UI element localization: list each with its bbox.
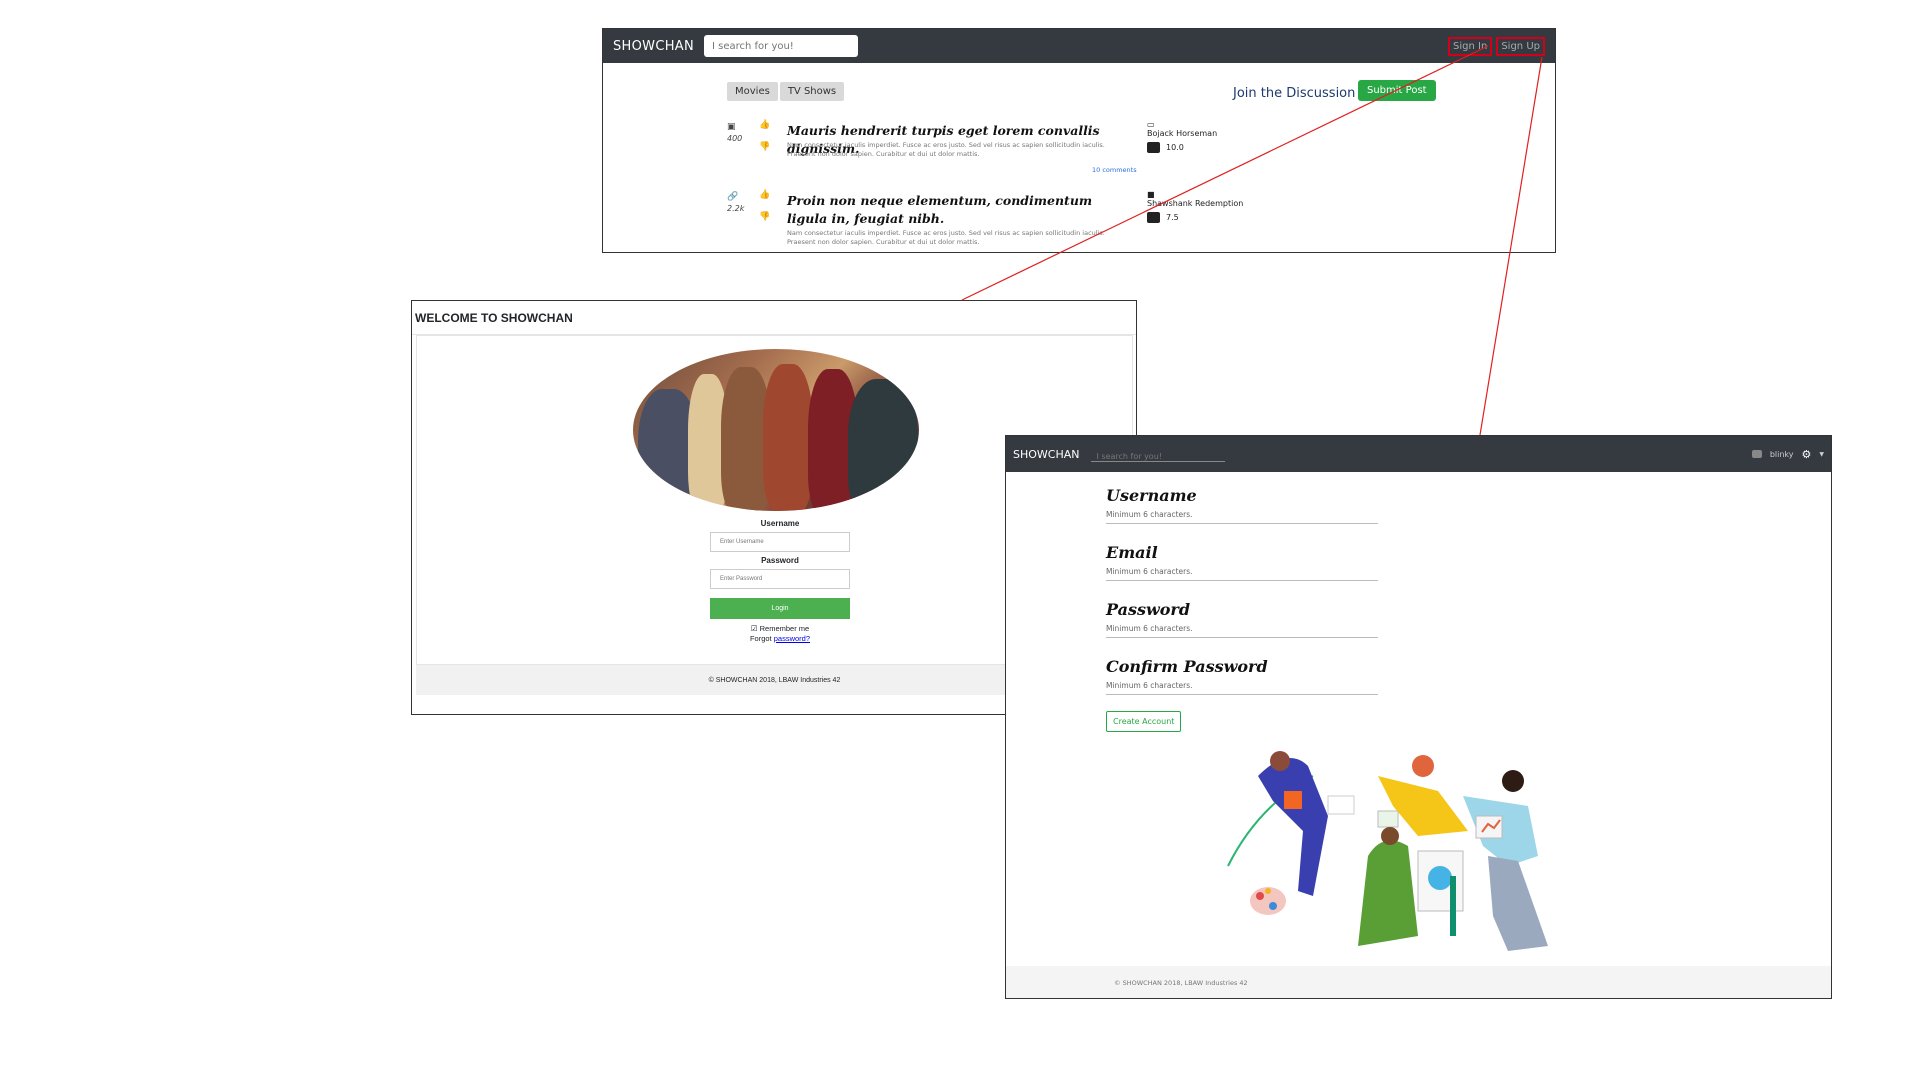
brand-logo[interactable]: SHOWCHAN: [1013, 448, 1080, 461]
team-illustration: [1227, 751, 1548, 951]
submit-post-button[interactable]: Submit Post: [1358, 80, 1436, 101]
field-title: Username: [1106, 486, 1197, 505]
field-title: Confirm Password: [1106, 657, 1268, 676]
field-hint[interactable]: Minimum 6 characters.: [1106, 624, 1378, 638]
signin-link[interactable]: Sign In: [1448, 36, 1493, 56]
checkbox-icon[interactable]: ☑: [751, 624, 758, 633]
user-menu[interactable]: blinky ⚙ ▼: [1751, 448, 1824, 461]
show-rating: 7.5: [1166, 213, 1179, 222]
signup-link[interactable]: Sign Up: [1496, 36, 1545, 56]
remember-me[interactable]: ☑ Remember me: [710, 624, 850, 633]
image-icon: ▣: [727, 122, 736, 132]
create-account-button[interactable]: Create Account: [1106, 711, 1182, 732]
imdb-icon: [1147, 212, 1160, 223]
main-navbar: SHOWCHAN Sign In Sign Up: [603, 29, 1555, 63]
field-hint[interactable]: Minimum 6 characters.: [1106, 510, 1378, 524]
signup-footer: © SHOWCHAN 2018, LBAW Industries 42: [1006, 966, 1831, 998]
thumbs-down-icon[interactable]: 👎: [759, 142, 770, 152]
search-input[interactable]: I search for you!: [1090, 446, 1225, 462]
friends-cast-photo: [633, 349, 919, 511]
chat-icon[interactable]: [1751, 450, 1762, 458]
confirm-password-group[interactable]: Confirm Password Minimum 6 characters.: [1106, 657, 1378, 695]
chevron-down-icon[interactable]: ▼: [1819, 451, 1824, 458]
username-group[interactable]: Username Minimum 6 characters.: [1106, 486, 1378, 524]
show-rating: 10.0: [1166, 143, 1184, 152]
forgot-password: Forgot password?: [710, 634, 850, 643]
search-input[interactable]: [703, 35, 858, 57]
post-body: Nam consectetur iaculis imperdiet. Fusce…: [787, 141, 1105, 158]
remember-label: Remember me: [759, 624, 810, 633]
username-display[interactable]: blinky: [1770, 450, 1794, 459]
join-discussion-heading: Join the Discussion: [1233, 86, 1356, 101]
comments-link[interactable]: 10 comments: [1092, 166, 1137, 174]
field-title: Password: [1106, 600, 1191, 619]
show-name[interactable]: Bojack Horseman: [1147, 129, 1217, 138]
field-hint[interactable]: Minimum 6 characters.: [1106, 681, 1378, 695]
signup-navbar: SHOWCHAN I search for you! blinky ⚙ ▼: [1006, 436, 1831, 472]
forgot-password-link[interactable]: password?: [774, 634, 810, 643]
field-title: Email: [1106, 543, 1158, 562]
post-title[interactable]: Proin non neque elementum, condimentum l…: [787, 192, 1127, 228]
email-group[interactable]: Email Minimum 6 characters.: [1106, 543, 1378, 581]
username-label: Username: [760, 519, 800, 528]
link-icon: 🔗: [727, 192, 739, 202]
show-info: ▭ Bojack Horseman 10.0: [1147, 120, 1217, 153]
password-group[interactable]: Password Minimum 6 characters.: [1106, 600, 1378, 638]
vote-count: 400: [727, 134, 743, 143]
field-hint[interactable]: Minimum 6 characters.: [1106, 567, 1378, 581]
thumbs-up-icon[interactable]: 👍: [759, 190, 770, 200]
vote-count: 2.2k: [727, 204, 745, 213]
tab-tv-shows[interactable]: TV Shows: [779, 82, 845, 101]
thumbs-down-icon[interactable]: 👎: [759, 212, 770, 222]
category-tabs: Movies TV Shows: [727, 82, 845, 101]
username-field[interactable]: Enter Username: [710, 532, 850, 552]
password-label: Password: [761, 556, 799, 565]
gear-icon[interactable]: ⚙: [1802, 448, 1812, 461]
show-name[interactable]: Shawshank Redemption: [1147, 199, 1243, 208]
tv-icon: ▭: [1147, 120, 1155, 129]
signup-screen: SHOWCHAN I search for you! blinky ⚙ ▼ Us…: [1005, 435, 1832, 999]
imdb-icon: [1147, 142, 1160, 153]
tab-movies[interactable]: Movies: [727, 82, 778, 101]
video-camera-icon: ■: [1147, 190, 1155, 199]
brand-logo[interactable]: SHOWCHAN: [613, 39, 694, 54]
thumbs-up-icon[interactable]: 👍: [759, 120, 770, 130]
post-body: Nam consectetur iaculis imperdiet. Fusce…: [787, 229, 1105, 246]
login-heading: WELCOME TO SHOWCHAN: [412, 301, 1136, 335]
show-info: ■ Shawshank Redemption 7.5: [1147, 190, 1243, 223]
forgot-text: Forgot: [749, 634, 774, 643]
auth-links: Sign In Sign Up: [1448, 36, 1545, 56]
login-button[interactable]: Login: [710, 598, 850, 619]
main-feed-screen: SHOWCHAN Sign In Sign Up Movies TV Shows…: [602, 28, 1556, 253]
password-field[interactable]: Enter Password: [710, 569, 850, 589]
